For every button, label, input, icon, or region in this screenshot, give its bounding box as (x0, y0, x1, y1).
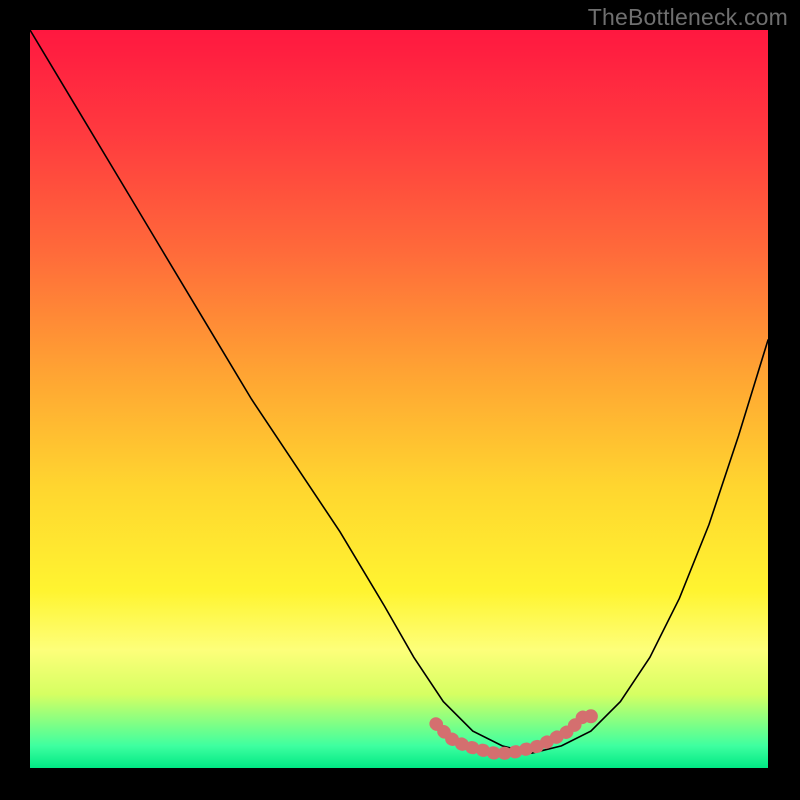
bottleneck-curve (30, 30, 768, 768)
chart-frame: TheBottleneck.com (0, 0, 800, 800)
chart-plot-area (30, 30, 768, 768)
watermark-text: TheBottleneck.com (588, 4, 788, 31)
highlight-dot (584, 709, 598, 723)
curve-path (30, 30, 768, 753)
